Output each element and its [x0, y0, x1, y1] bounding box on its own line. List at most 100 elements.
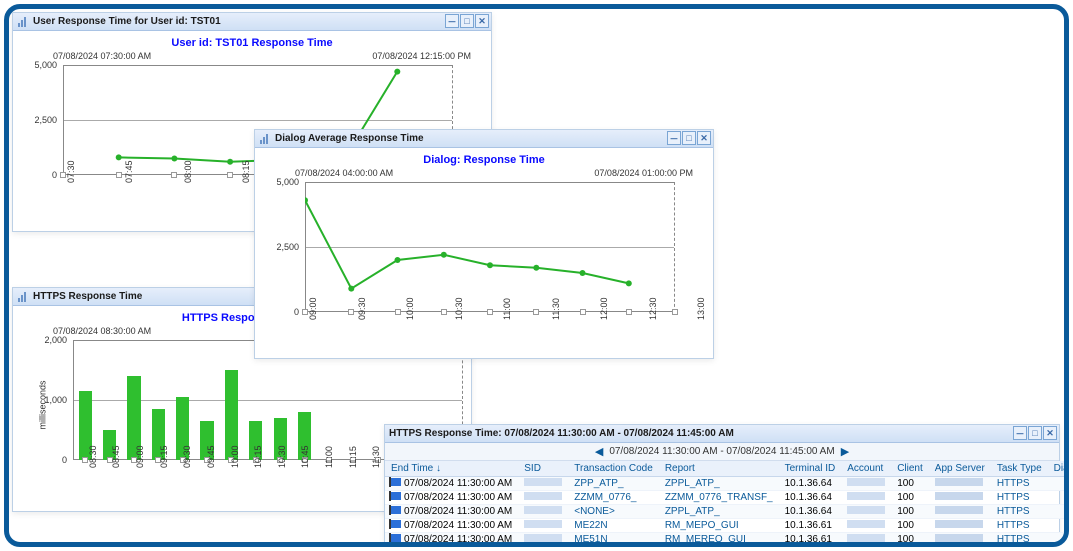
- col-header[interactable]: Transaction Code: [568, 461, 659, 477]
- table-panel-header: HTTPS Response Time: 07/08/2024 11:30:00…: [385, 425, 1059, 443]
- col-header[interactable]: Terminal ID: [779, 461, 842, 477]
- app-bar: [935, 534, 983, 542]
- cell-end-time: 07/08/2024 11:30:00 AM: [404, 492, 512, 503]
- cell-report[interactable]: RM_MEREQ_GUI: [659, 533, 779, 547]
- cell-dsc: 47: [1048, 519, 1069, 533]
- chart-title: User id: TST01 Response Time: [13, 31, 491, 51]
- x-tick-label: 10:00: [405, 297, 415, 320]
- close-button[interactable]: ✕: [697, 131, 711, 145]
- minimize-button[interactable]: －: [445, 14, 459, 28]
- x-tick-label: 09:45: [206, 445, 216, 468]
- table-row[interactable]: 07/08/2024 11:30:00 AM ME51N RM_MEREQ_GU…: [385, 533, 1069, 547]
- sid-bar: [524, 506, 562, 514]
- cell-terminal: 10.1.36.64: [779, 505, 842, 519]
- cell-task[interactable]: HTTPS: [991, 477, 1048, 491]
- close-button[interactable]: ✕: [475, 14, 489, 28]
- table-row[interactable]: 07/08/2024 11:30:00 AM ZZMM_0776_ ZZMM_0…: [385, 491, 1069, 505]
- chart-end-time: 07/08/2024 12:15:00 PM: [372, 51, 471, 61]
- cell-end-time: 07/08/2024 11:30:00 AM: [404, 520, 512, 531]
- https-detail-table-panel: HTTPS Response Time: 07/08/2024 11:30:00…: [384, 424, 1060, 547]
- x-tick-label: 09:30: [182, 445, 192, 468]
- x-tick-label: 11:15: [348, 446, 358, 468]
- app-bar: [935, 520, 983, 528]
- col-header[interactable]: SID: [518, 461, 568, 477]
- time-range-nav: ◀ 07/08/2024 11:30:00 AM - 07/08/2024 11…: [385, 443, 1059, 461]
- x-tick-label: 10:30: [277, 445, 287, 468]
- cell-report[interactable]: ZZMM_0776_TRANSF_: [659, 491, 779, 505]
- sid-bar: [524, 534, 562, 542]
- x-tick-label: 12:30: [648, 297, 658, 320]
- flag-icon: [391, 534, 401, 542]
- cell-txn[interactable]: ME51N: [568, 533, 659, 547]
- flag-icon: [391, 506, 401, 514]
- cell-task[interactable]: HTTPS: [991, 533, 1048, 547]
- cell-terminal: 10.1.36.64: [779, 477, 842, 491]
- chart-end-time: 07/08/2024 01:00:00 PM: [594, 168, 693, 178]
- time-range-label: 07/08/2024 11:30:00 AM - 07/08/2024 11:4…: [609, 446, 834, 457]
- next-range-button[interactable]: ▶: [841, 445, 849, 458]
- chart-icon: [17, 16, 29, 28]
- cell-client: 100: [891, 519, 929, 533]
- x-tick-label: 08:15: [241, 160, 251, 183]
- cell-txn[interactable]: <NONE>: [568, 505, 659, 519]
- x-tick-label: 10:00: [230, 445, 240, 468]
- x-tick-label: 08:30: [88, 445, 98, 468]
- cell-txn[interactable]: ME22N: [568, 519, 659, 533]
- x-tick-label: 10:45: [300, 445, 310, 468]
- maximize-button[interactable]: □: [1028, 426, 1042, 440]
- col-header[interactable]: Dialog Step Count: [1048, 461, 1069, 477]
- col-header[interactable]: End Time ↓: [385, 461, 518, 477]
- cell-client: 100: [891, 477, 929, 491]
- x-tick-label: 11:30: [371, 446, 381, 468]
- minimize-button[interactable]: －: [1013, 426, 1027, 440]
- chart-start-time: 07/08/2024 08:30:00 AM: [53, 326, 151, 336]
- x-tick-label: 09:30: [357, 297, 367, 320]
- cell-end-time: 07/08/2024 11:30:00 AM: [404, 534, 512, 545]
- table-row[interactable]: 07/08/2024 11:30:00 AM ME22N RM_MEPO_GUI…: [385, 519, 1069, 533]
- https-detail-table: End Time ↓SIDTransaction CodeReportTermi…: [385, 461, 1069, 547]
- prev-range-button[interactable]: ◀: [595, 445, 603, 458]
- cell-end-time: 07/08/2024 11:30:00 AM: [404, 478, 512, 489]
- x-tick-label: 08:45: [111, 445, 121, 468]
- cell-dsc: 1: [1048, 533, 1069, 547]
- sid-bar: [524, 520, 562, 528]
- panel-title: HTTPS Response Time: 07/08/2024 11:30:00…: [389, 428, 734, 439]
- cell-txn[interactable]: ZPP_ATP_: [568, 477, 659, 491]
- col-header[interactable]: App Server: [929, 461, 991, 477]
- cell-dsc: 99: [1048, 477, 1069, 491]
- cell-client: 100: [891, 505, 929, 519]
- dialog-response-panel: Dialog Average Response Time － □ ✕ Dialo…: [254, 129, 714, 359]
- chart-start-time: 07/08/2024 07:30:00 AM: [53, 51, 151, 61]
- x-tick-label: 09:15: [159, 445, 169, 468]
- cell-report[interactable]: RM_MEPO_GUI: [659, 519, 779, 533]
- cell-task[interactable]: HTTPS: [991, 505, 1048, 519]
- sid-bar: [524, 478, 562, 486]
- cell-task[interactable]: HTTPS: [991, 519, 1048, 533]
- flag-icon: [391, 478, 401, 486]
- x-tick-label: 11:00: [502, 298, 512, 320]
- close-button[interactable]: ✕: [1043, 426, 1057, 440]
- acct-bar: [847, 534, 885, 542]
- cell-txn[interactable]: ZZMM_0776_: [568, 491, 659, 505]
- chart-title: Dialog: Response Time: [255, 148, 713, 168]
- x-tick-label: 12:00: [599, 297, 609, 320]
- table-row[interactable]: 07/08/2024 11:30:00 AM ZPP_ATP_ ZPPL_ATP…: [385, 477, 1069, 491]
- cell-task[interactable]: HTTPS: [991, 491, 1048, 505]
- col-header[interactable]: Client: [891, 461, 929, 477]
- app-bar: [935, 506, 983, 514]
- flag-icon: [391, 520, 401, 528]
- maximize-button[interactable]: □: [460, 14, 474, 28]
- cell-report[interactable]: ZPPL_ATP_: [659, 505, 779, 519]
- y-axis-title: milliseconds: [38, 380, 48, 429]
- minimize-button[interactable]: －: [667, 131, 681, 145]
- maximize-button[interactable]: □: [682, 131, 696, 145]
- cell-end-time: 07/08/2024 11:30:00 AM: [404, 506, 512, 517]
- chart-icon: [259, 133, 271, 145]
- col-header[interactable]: Task Type: [991, 461, 1048, 477]
- col-header[interactable]: Report: [659, 461, 779, 477]
- col-header[interactable]: Account: [841, 461, 891, 477]
- cell-report[interactable]: ZPPL_ATP_: [659, 477, 779, 491]
- chart-area[interactable]: 02,5005,000: [305, 182, 675, 312]
- table-row[interactable]: 07/08/2024 11:30:00 AM <NONE> ZPPL_ATP_ …: [385, 505, 1069, 519]
- x-tick-label: 09:00: [308, 297, 318, 320]
